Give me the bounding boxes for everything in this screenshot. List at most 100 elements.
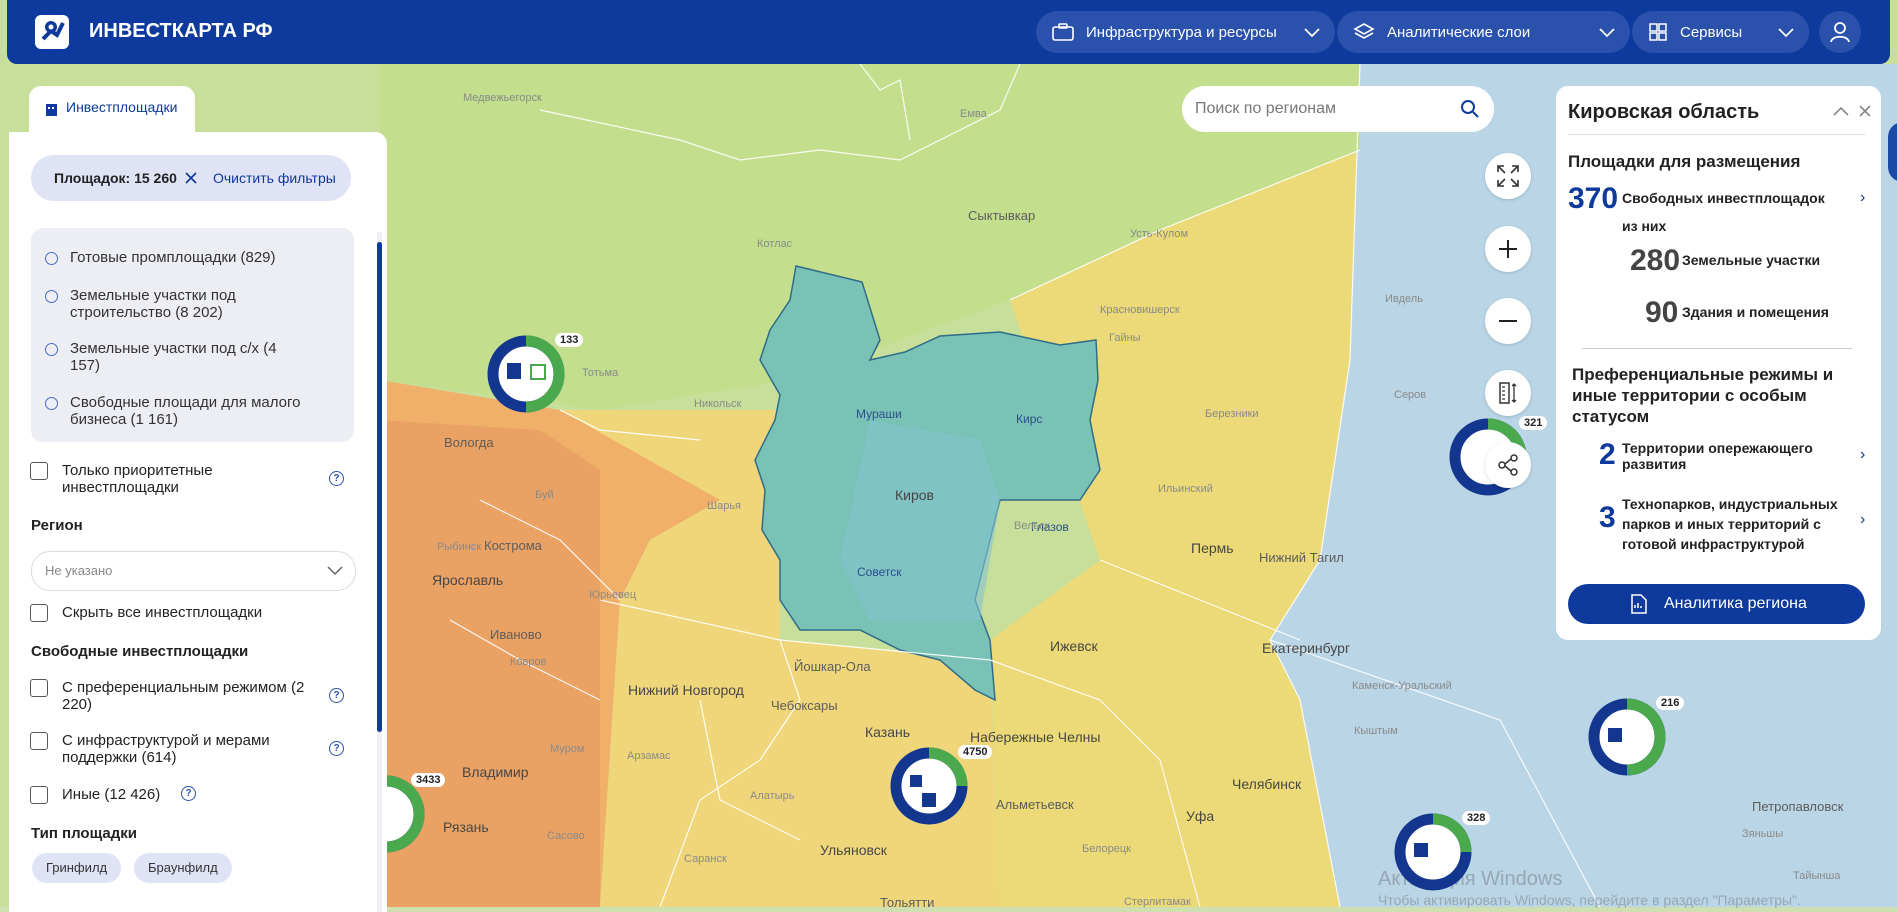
chip-greenfield[interactable]: Гринфилд: [32, 853, 122, 883]
region-heading: Регион: [31, 517, 83, 534]
map-label-city: Екатеринбург: [1262, 640, 1351, 656]
chip-brownfield[interactable]: Браунфилд: [134, 853, 232, 883]
map-label-city: Вологда: [444, 435, 494, 450]
infrastructure-checkbox[interactable]: С инфраструктурой и мерами поддержки (61…: [30, 732, 312, 766]
map-label-city: Мураши: [856, 407, 902, 421]
filter-option[interactable]: Готовые промплощадки (829): [45, 249, 335, 266]
cluster-count: 328: [1462, 811, 1491, 825]
preferential-checkbox[interactable]: С преференциальным режимом (2 220): [30, 679, 312, 713]
search-input[interactable]: Поиск по регионам: [1195, 100, 1336, 118]
help-icon[interactable]: ?: [329, 688, 344, 703]
share-button[interactable]: [1485, 442, 1531, 488]
map-label-city: Альметьевск: [996, 797, 1074, 812]
priority-only-checkbox[interactable]: Только приоритетные инвестплощадки: [30, 462, 262, 496]
checkbox-label: Только приоритетные инвестплощадки: [62, 462, 213, 496]
nav-infrastructure[interactable]: Инфраструктура и ресурсы: [1036, 11, 1335, 53]
land-label: Земельные участки: [1682, 252, 1821, 268]
cluster-marker[interactable]: 133: [485, 333, 584, 420]
cluster-marker[interactable]: 4750: [888, 745, 993, 832]
filter-option-label: Земельные участки под строительство (8 2…: [70, 287, 236, 321]
hide-all-checkbox[interactable]: Скрыть все инвестплощадки: [30, 604, 262, 622]
region-analytics-button[interactable]: Аналитика региона: [1568, 584, 1865, 624]
filters-panel: Площадок: 15 260 Очистить фильтры Готовы…: [9, 132, 387, 912]
filter-option[interactable]: Земельные участки под с/х (4 157): [45, 340, 335, 374]
region-card-title: Кировская область: [1568, 101, 1760, 123]
region-select-value: Не указано: [45, 563, 113, 578]
map-label-city: Тольятти: [880, 895, 935, 910]
clear-filters-link[interactable]: Очистить фильтры: [213, 170, 336, 186]
scrollbar-thumb[interactable]: [377, 242, 382, 732]
close-icon[interactable]: [184, 171, 198, 185]
zoom-out-button[interactable]: [1485, 298, 1531, 344]
chevron-up-icon[interactable]: [1832, 104, 1850, 118]
search-icon[interactable]: [1460, 99, 1480, 119]
map-label-city: Усть-Кулом: [1130, 228, 1189, 240]
cluster-count: 216: [1656, 696, 1685, 710]
map-label-city: Советск: [857, 565, 902, 579]
chevron-right-icon[interactable]: ›: [1860, 511, 1865, 529]
cluster-ring-icon: [487, 335, 565, 413]
chevron-right-icon[interactable]: ›: [1860, 189, 1865, 207]
map-label-city: Буй: [535, 489, 554, 501]
radio-icon[interactable]: [45, 252, 58, 265]
checkbox[interactable]: [30, 786, 48, 804]
map-label-city: Нижний Тагил: [1259, 550, 1344, 565]
radio-icon[interactable]: [45, 397, 58, 410]
help-icon[interactable]: ?: [329, 471, 344, 486]
tab-investplots[interactable]: Инвестплощадки: [29, 86, 195, 133]
filter-option[interactable]: Земельные участки под строительство (8 2…: [45, 287, 335, 321]
nav-services[interactable]: Сервисы: [1632, 11, 1809, 53]
build-label: Здания и помещения: [1682, 304, 1829, 320]
zoom-in-button[interactable]: [1485, 226, 1531, 272]
cluster-count: 133: [555, 333, 584, 347]
top-navbar: ИНВЕСТКАРТА РФ Инфраструктура и ресурсы …: [7, 0, 1890, 64]
map-label-city: Нижний Новгород: [628, 682, 744, 698]
map-label-city: Кирс: [1016, 412, 1043, 426]
map-label-city: Петропавловск: [1752, 799, 1844, 814]
cluster-ring-icon: [890, 747, 968, 825]
checkbox[interactable]: [30, 679, 48, 697]
radio-icon[interactable]: [45, 290, 58, 303]
chevron-right-icon[interactable]: ›: [1860, 446, 1865, 464]
map-label-city: Чебоксары: [771, 698, 838, 713]
help-icon[interactable]: ?: [329, 741, 344, 756]
report-icon: [1631, 594, 1647, 614]
close-icon[interactable]: [1858, 104, 1872, 118]
map-label-city: Уфа: [1186, 808, 1215, 824]
briefcase-icon: [1052, 23, 1074, 41]
region-search[interactable]: Поиск по регионам: [1182, 86, 1494, 132]
radio-icon[interactable]: [45, 343, 58, 356]
checkbox-label: Скрыть все инвестплощадки: [62, 604, 263, 621]
other-checkbox[interactable]: Иные (12 426): [30, 786, 160, 804]
map-label-city: Серов: [1394, 389, 1427, 401]
checkbox[interactable]: [30, 462, 48, 480]
map-label-city: Рыбинск: [437, 541, 482, 553]
map-label-city: Белорецк: [1082, 843, 1131, 855]
checkbox[interactable]: [30, 604, 48, 622]
plot-type-filter: Готовые промплощадки (829) Земельные уча…: [31, 228, 354, 442]
logo-icon[interactable]: [33, 13, 77, 51]
tech-count: 3: [1599, 501, 1616, 534]
checkbox-label: Иные (12 426): [62, 786, 161, 803]
measure-button[interactable]: [1485, 370, 1531, 416]
nav-analytics-layers[interactable]: Аналитические слои: [1337, 11, 1630, 53]
map-label-city: Ярославль: [432, 572, 504, 588]
user-profile-button[interactable]: [1819, 11, 1861, 53]
chevron-down-icon: [1778, 28, 1794, 38]
checkbox[interactable]: [30, 732, 48, 750]
filter-option[interactable]: Свободные площади для малого бизнеса (1 …: [45, 394, 335, 428]
map-label-city: Йошкар-Ола: [794, 659, 871, 674]
map-label-city: Казань: [865, 724, 911, 740]
fullscreen-button[interactable]: [1485, 153, 1531, 199]
chevron-down-icon: [1599, 28, 1615, 38]
map-label-city: Зяньшы: [1742, 828, 1784, 840]
region-select[interactable]: Не указано: [31, 551, 356, 591]
help-icon[interactable]: ?: [181, 786, 196, 801]
edge-marker[interactable]: [1888, 122, 1897, 182]
brand-title[interactable]: ИНВЕСТКАРТА РФ: [89, 20, 273, 43]
map-label-city: Арзамас: [627, 750, 671, 762]
cluster-marker[interactable]: 328: [1392, 811, 1491, 898]
cluster-ring-icon: [1394, 813, 1472, 891]
cluster-marker[interactable]: 216: [1586, 696, 1685, 783]
map-label-city: Сасово: [547, 830, 585, 842]
